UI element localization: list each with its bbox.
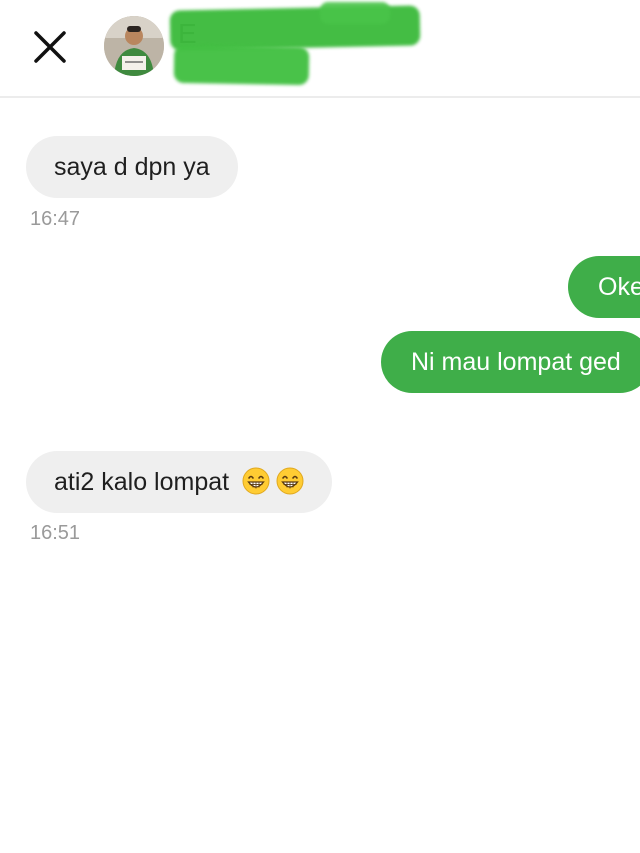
status-redaction: [173, 44, 310, 86]
grinning-face-emoji: [242, 467, 270, 495]
message-text: ati2 kalo lompat: [54, 468, 230, 496]
close-button[interactable]: [30, 27, 70, 67]
message-bubble-outgoing[interactable]: Ni mau lompat ged: [381, 331, 640, 393]
chat-screen: E saya d dpn ya 16:47 Oke Ni mau lompat …: [0, 0, 640, 853]
message-text: Ni mau lompat ged: [411, 348, 621, 376]
message-text: Oke: [598, 273, 640, 301]
contact-photo: [104, 16, 164, 76]
message-timestamp: 16:51: [30, 522, 81, 544]
avatar[interactable]: [104, 16, 164, 76]
message-text: saya d dpn ya: [54, 153, 210, 181]
chat-header: E: [0, 0, 640, 98]
grinning-face-emoji: [276, 467, 304, 495]
message-bubble-outgoing[interactable]: Oke: [568, 256, 640, 318]
message-bubble-incoming[interactable]: saya d dpn ya: [26, 136, 238, 198]
message-bubble-incoming[interactable]: ati2 kalo lompat: [26, 451, 333, 513]
name-redaction: [320, 2, 390, 24]
close-icon: [34, 31, 66, 63]
message-timestamp: 16:47: [30, 208, 81, 230]
